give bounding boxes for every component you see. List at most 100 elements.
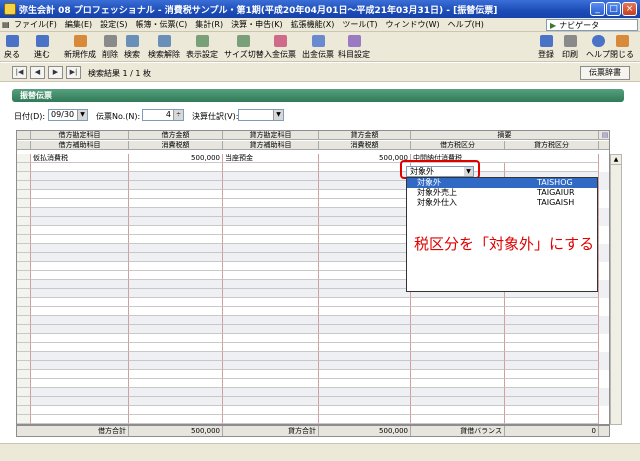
grid-cell[interactable] [129,172,223,181]
grid-cell[interactable] [129,316,223,325]
search-button[interactable]: 検索 [124,35,140,60]
date-select[interactable]: 09/30 ▼ [48,109,88,121]
grid-cell[interactable] [411,379,505,388]
table-row[interactable] [17,370,609,379]
grid-cell[interactable] [31,199,129,208]
vertical-scrollbar[interactable]: ▲ [610,154,622,425]
grid-cell[interactable] [411,316,505,325]
credit-account-cell[interactable]: 当座預金 [223,154,319,163]
grid-cell[interactable] [129,397,223,406]
grid-cell[interactable] [129,361,223,370]
grid-cell[interactable] [319,334,411,343]
grid-cell[interactable] [129,325,223,334]
grid-cell[interactable] [319,406,411,415]
grid-cell[interactable] [505,361,599,370]
grid-cell[interactable] [31,289,129,298]
menu-window[interactable]: ウィンドウ(W) [381,19,443,30]
grid-cell[interactable] [31,343,129,352]
grid-cell[interactable] [31,361,129,370]
grid-cell[interactable] [31,253,129,262]
delete-button[interactable]: 削除 [102,35,118,60]
grid-cell[interactable] [319,379,411,388]
grid-cell[interactable] [223,262,319,271]
grid-cell[interactable] [319,361,411,370]
table-row[interactable] [17,415,609,424]
credit-tax-cell[interactable] [319,163,411,172]
grid-cell[interactable] [129,262,223,271]
grid-cell[interactable] [223,307,319,316]
grid-cell[interactable] [31,226,129,235]
grid-cell[interactable] [129,289,223,298]
grid-cell[interactable] [31,334,129,343]
menu-edit[interactable]: 編集(E) [61,19,96,30]
grid-cell[interactable] [31,388,129,397]
grid-cell[interactable] [411,352,505,361]
prev-record-button[interactable]: ◀ [30,66,45,79]
grid-cell[interactable] [505,406,599,415]
grid-cell[interactable] [319,325,411,334]
grid-cell[interactable] [223,235,319,244]
payment-slip-button[interactable]: 出金伝票 [302,35,334,60]
grid-cell[interactable] [411,397,505,406]
grid-cell[interactable] [319,289,411,298]
grid-cell[interactable] [129,199,223,208]
menu-settings[interactable]: 設定(S) [96,19,131,30]
grid-cell[interactable] [223,271,319,280]
grid-cell[interactable] [505,397,599,406]
grid-cell[interactable] [319,226,411,235]
grid-cell[interactable] [411,343,505,352]
grid-cell[interactable] [31,172,129,181]
grid-cell[interactable] [319,181,411,190]
grid-cell[interactable] [129,190,223,199]
grid-cell[interactable] [31,181,129,190]
forward-button[interactable]: 進む [34,35,50,60]
grid-cell[interactable] [129,307,223,316]
debit-amount-cell[interactable]: 500,000 [129,154,223,163]
debit-sub-cell[interactable] [31,163,129,172]
grid-cell[interactable] [505,298,599,307]
grid-cell[interactable] [129,343,223,352]
dropdown-option[interactable]: 対象外売上 TAIGAIUR [407,188,597,198]
account-settings-button[interactable]: 科目設定 [338,35,370,60]
grid-cell[interactable] [223,343,319,352]
debit-tax-cell[interactable] [129,163,223,172]
close-window-button[interactable]: 閉じる [610,35,634,60]
grid-cell[interactable] [319,397,411,406]
dropdown-option[interactable]: 対象外 TAISHOG [407,178,597,188]
table-row[interactable] [17,316,609,325]
grid-cell[interactable] [31,280,129,289]
grid-cell[interactable] [411,325,505,334]
grid-cell[interactable] [411,298,505,307]
grid-cell[interactable] [129,208,223,217]
menu-help[interactable]: ヘルプ(H) [444,19,488,30]
grid-cell[interactable] [223,316,319,325]
grid-cell[interactable] [319,253,411,262]
grid-cell[interactable] [31,415,129,424]
credit-sub-cell[interactable] [223,163,319,172]
grid-cell[interactable] [223,280,319,289]
grid-cell[interactable] [319,352,411,361]
table-row[interactable] [17,325,609,334]
grid-cell[interactable] [319,244,411,253]
debit-account-cell[interactable]: 仮払消費税 [31,154,129,163]
last-record-button[interactable]: ▶| [66,66,81,79]
menu-aggregate[interactable]: 集計(R) [191,19,227,30]
minimize-button[interactable]: _ [590,2,605,16]
grid-cell[interactable] [223,298,319,307]
register-button[interactable]: 登録 [538,35,554,60]
grid-cell[interactable] [223,217,319,226]
grid-cell[interactable] [223,190,319,199]
grid-cell[interactable] [129,280,223,289]
grid-cell[interactable] [319,298,411,307]
grid-cell[interactable] [223,325,319,334]
grid-cell[interactable] [31,325,129,334]
grid-cell[interactable] [505,370,599,379]
receipt-slip-button[interactable]: 入金伝票 [264,35,296,60]
grid-cell[interactable] [129,244,223,253]
table-row[interactable] [17,307,609,316]
table-row[interactable] [17,298,609,307]
grid-cell[interactable] [411,307,505,316]
grid-cell[interactable] [411,370,505,379]
grid-cell[interactable] [223,208,319,217]
grid-cell[interactable] [223,352,319,361]
